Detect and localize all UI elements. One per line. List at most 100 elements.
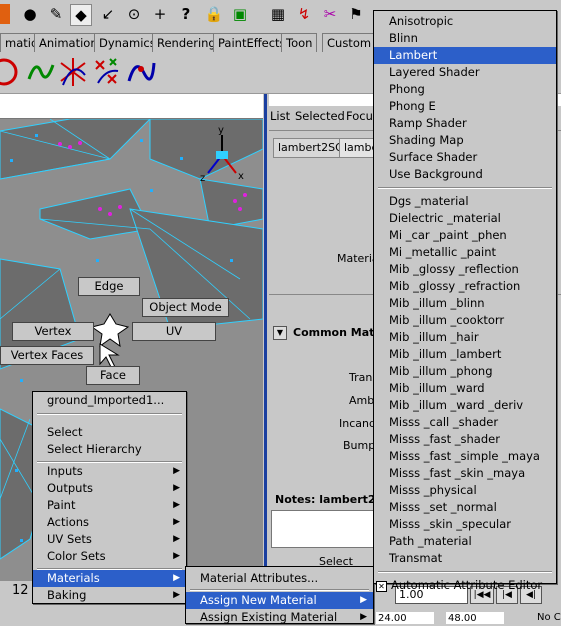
auto-attr-editor-checkbox[interactable]: ✕ Automatic Attribute Editor [374,577,556,594]
submenu-arrow-icon: ▶ [173,483,180,493]
svg-text:y: y [218,125,224,136]
lattice-icon[interactable] [58,55,88,89]
curve-edit-icon[interactable] [126,55,156,89]
mental-ray-shader-item[interactable]: Dielectric _material [374,210,556,227]
collapse-arrow-icon[interactable]: ▼ [273,326,287,340]
shader-item[interactable]: Phong E [374,98,556,115]
pin-icon[interactable]: ↙ [98,4,118,24]
marking-item-face[interactable]: Face [86,366,140,385]
menu-header-object[interactable]: ground_Imported1... [33,392,186,409]
menu-selected[interactable]: Selected [295,109,345,123]
shader-item[interactable]: Layered Shader [374,64,556,81]
menu-item-uv-sets[interactable]: UV Sets ▶ [33,531,186,548]
mental-ray-shader-item[interactable]: Path _material [374,533,556,550]
shader-item[interactable]: Ramp Shader [374,115,556,132]
target-icon[interactable]: ⊙ [124,4,144,24]
submenu-arrow-icon: ▶ [173,551,180,561]
cluster-icon[interactable] [92,55,122,89]
mental-ray-shader-item[interactable]: Misss _skin _specular [374,516,556,533]
grid-icon[interactable]: ▦ [268,4,288,24]
shader-item[interactable]: Use Background [374,166,556,183]
mental-ray-shader-item[interactable]: Mib _illum _blinn [374,295,556,312]
shelf-tab[interactable]: Rendering [152,33,221,52]
mental-ray-shader-item[interactable]: Dgs _material [374,193,556,210]
mental-ray-shader-item[interactable]: Mib _illum _lambert [374,346,556,363]
no-character-label: No C [537,612,561,623]
menu-item-assign-existing-material[interactable]: Assign Existing Material ▶ [186,609,373,626]
tab-lambert2sg[interactable]: lambert2SG [273,138,349,158]
shader-item[interactable]: Blinn [374,30,556,47]
mental-ray-shader-item[interactable]: Misss _call _shader [374,414,556,431]
render-icon[interactable]: ▣ [230,4,250,24]
mental-ray-shader-item[interactable]: Misss _fast _skin _maya [374,465,556,482]
svg-text:z: z [200,173,205,184]
shelf-tab[interactable]: PaintEffects [213,33,291,52]
shader-item[interactable]: Lambert [374,47,556,64]
shelf-tab[interactable]: Animation [34,33,103,52]
menu-item-select-hierarchy[interactable]: Select Hierarchy [33,441,186,458]
menu-label: Assign New Material [200,593,317,607]
marking-item-edge[interactable]: Edge [78,277,140,296]
shader-type-menu: Anisotropic Blinn Lambert Layered Shader Pho… [373,10,557,592]
submenu-arrow-icon: ▶ [360,612,367,622]
marking-item-vertex[interactable]: Vertex [12,322,94,341]
range-start-field[interactable]: 24.00 [376,612,434,624]
submenu-arrow-icon: ▶ [173,590,180,600]
shelf-tab[interactable]: Dynamics [94,33,161,52]
notes-label: Notes: lambert2 [269,492,385,508]
plus-icon[interactable]: + [150,4,170,24]
shader-item[interactable]: Surface Shader [374,149,556,166]
mental-ray-shader-item[interactable]: Misss _physical [374,482,556,499]
checkbox-label: Automatic Attribute Editor [391,578,543,592]
marking-item-object-mode[interactable]: Object Mode [142,298,229,317]
checkbox-icon: ✕ [376,581,387,592]
mental-ray-shader-item[interactable]: Mib _illum _ward _deriv [374,397,556,414]
marking-item-uv[interactable]: UV [132,322,216,341]
mental-ray-shader-item[interactable]: Mib _illum _cooktorr [374,312,556,329]
dot-icon[interactable]: ● [20,4,40,24]
stop-icon[interactable] [0,4,10,24]
mental-ray-shader-item[interactable]: Mib _glossy _reflection [374,261,556,278]
menu-item-actions[interactable]: Actions ▶ [33,514,186,531]
wave-icon[interactable] [26,55,56,89]
shader-item[interactable]: Phong [374,81,556,98]
shader-item[interactable]: Anisotropic [374,13,556,30]
menu-item-select[interactable]: Select [33,424,186,441]
diamond-icon[interactable]: ◆ [70,4,92,26]
menu-item-outputs[interactable]: Outputs ▶ [33,480,186,497]
menu-item-color-sets[interactable]: Color Sets ▶ [33,548,186,565]
snap-icon[interactable]: ⚑ [346,4,366,24]
curve-icon[interactable]: ↯ [294,4,314,24]
menu-item-paint[interactable]: Paint ▶ [33,497,186,514]
section-title[interactable]: Common Mate [293,326,382,339]
mental-ray-shader-item[interactable]: Mi _metallic _paint [374,244,556,261]
mental-ray-shader-item[interactable]: Misss _fast _shader [374,431,556,448]
menu-label: UV Sets [47,532,92,546]
mental-ray-shader-item[interactable]: Transmat [374,550,556,567]
question-icon[interactable]: ? [176,4,196,24]
mental-ray-shader-item[interactable]: Mib _illum _ward [374,380,556,397]
materials-submenu: Material Attributes... Assign New Materi… [185,566,374,624]
mental-ray-shader-item[interactable]: Misss _fast _simple _maya [374,448,556,465]
marking-item-vertex-faces[interactable]: Vertex Faces [0,346,94,365]
menu-label: Color Sets [47,549,106,563]
range-end-field[interactable]: 48.00 [446,612,504,624]
shelf-tab[interactable]: Custom [322,33,377,52]
paint-icon[interactable]: ✎ [46,4,66,24]
menu-list[interactable]: List [270,109,290,123]
menu-item-material-attributes[interactable]: Material Attributes... [186,570,373,587]
attr-label: Bump [343,439,376,452]
mental-ray-shader-item[interactable]: Mi _car _paint _phen [374,227,556,244]
menu-item-assign-new-material[interactable]: Assign New Material ▶ [186,592,373,609]
mental-ray-shader-item[interactable]: Mib _illum _hair [374,329,556,346]
mental-ray-shader-item[interactable]: Misss _set _normal [374,499,556,516]
lock-icon[interactable]: 🔒 [204,4,224,24]
mental-ray-shader-item[interactable]: Mib _glossy _refraction [374,278,556,295]
shelf-tab[interactable]: Toon [281,33,318,52]
shader-item[interactable]: Shading Map [374,132,556,149]
mental-ray-shader-item[interactable]: Mib _illum _phong [374,363,556,380]
menu-item-materials[interactable]: Materials ▶ [33,570,186,587]
menu-item-inputs[interactable]: Inputs ▶ [33,463,186,480]
menu-item-baking[interactable]: Baking ▶ [33,587,186,604]
uv-icon[interactable]: ✂ [320,4,340,24]
